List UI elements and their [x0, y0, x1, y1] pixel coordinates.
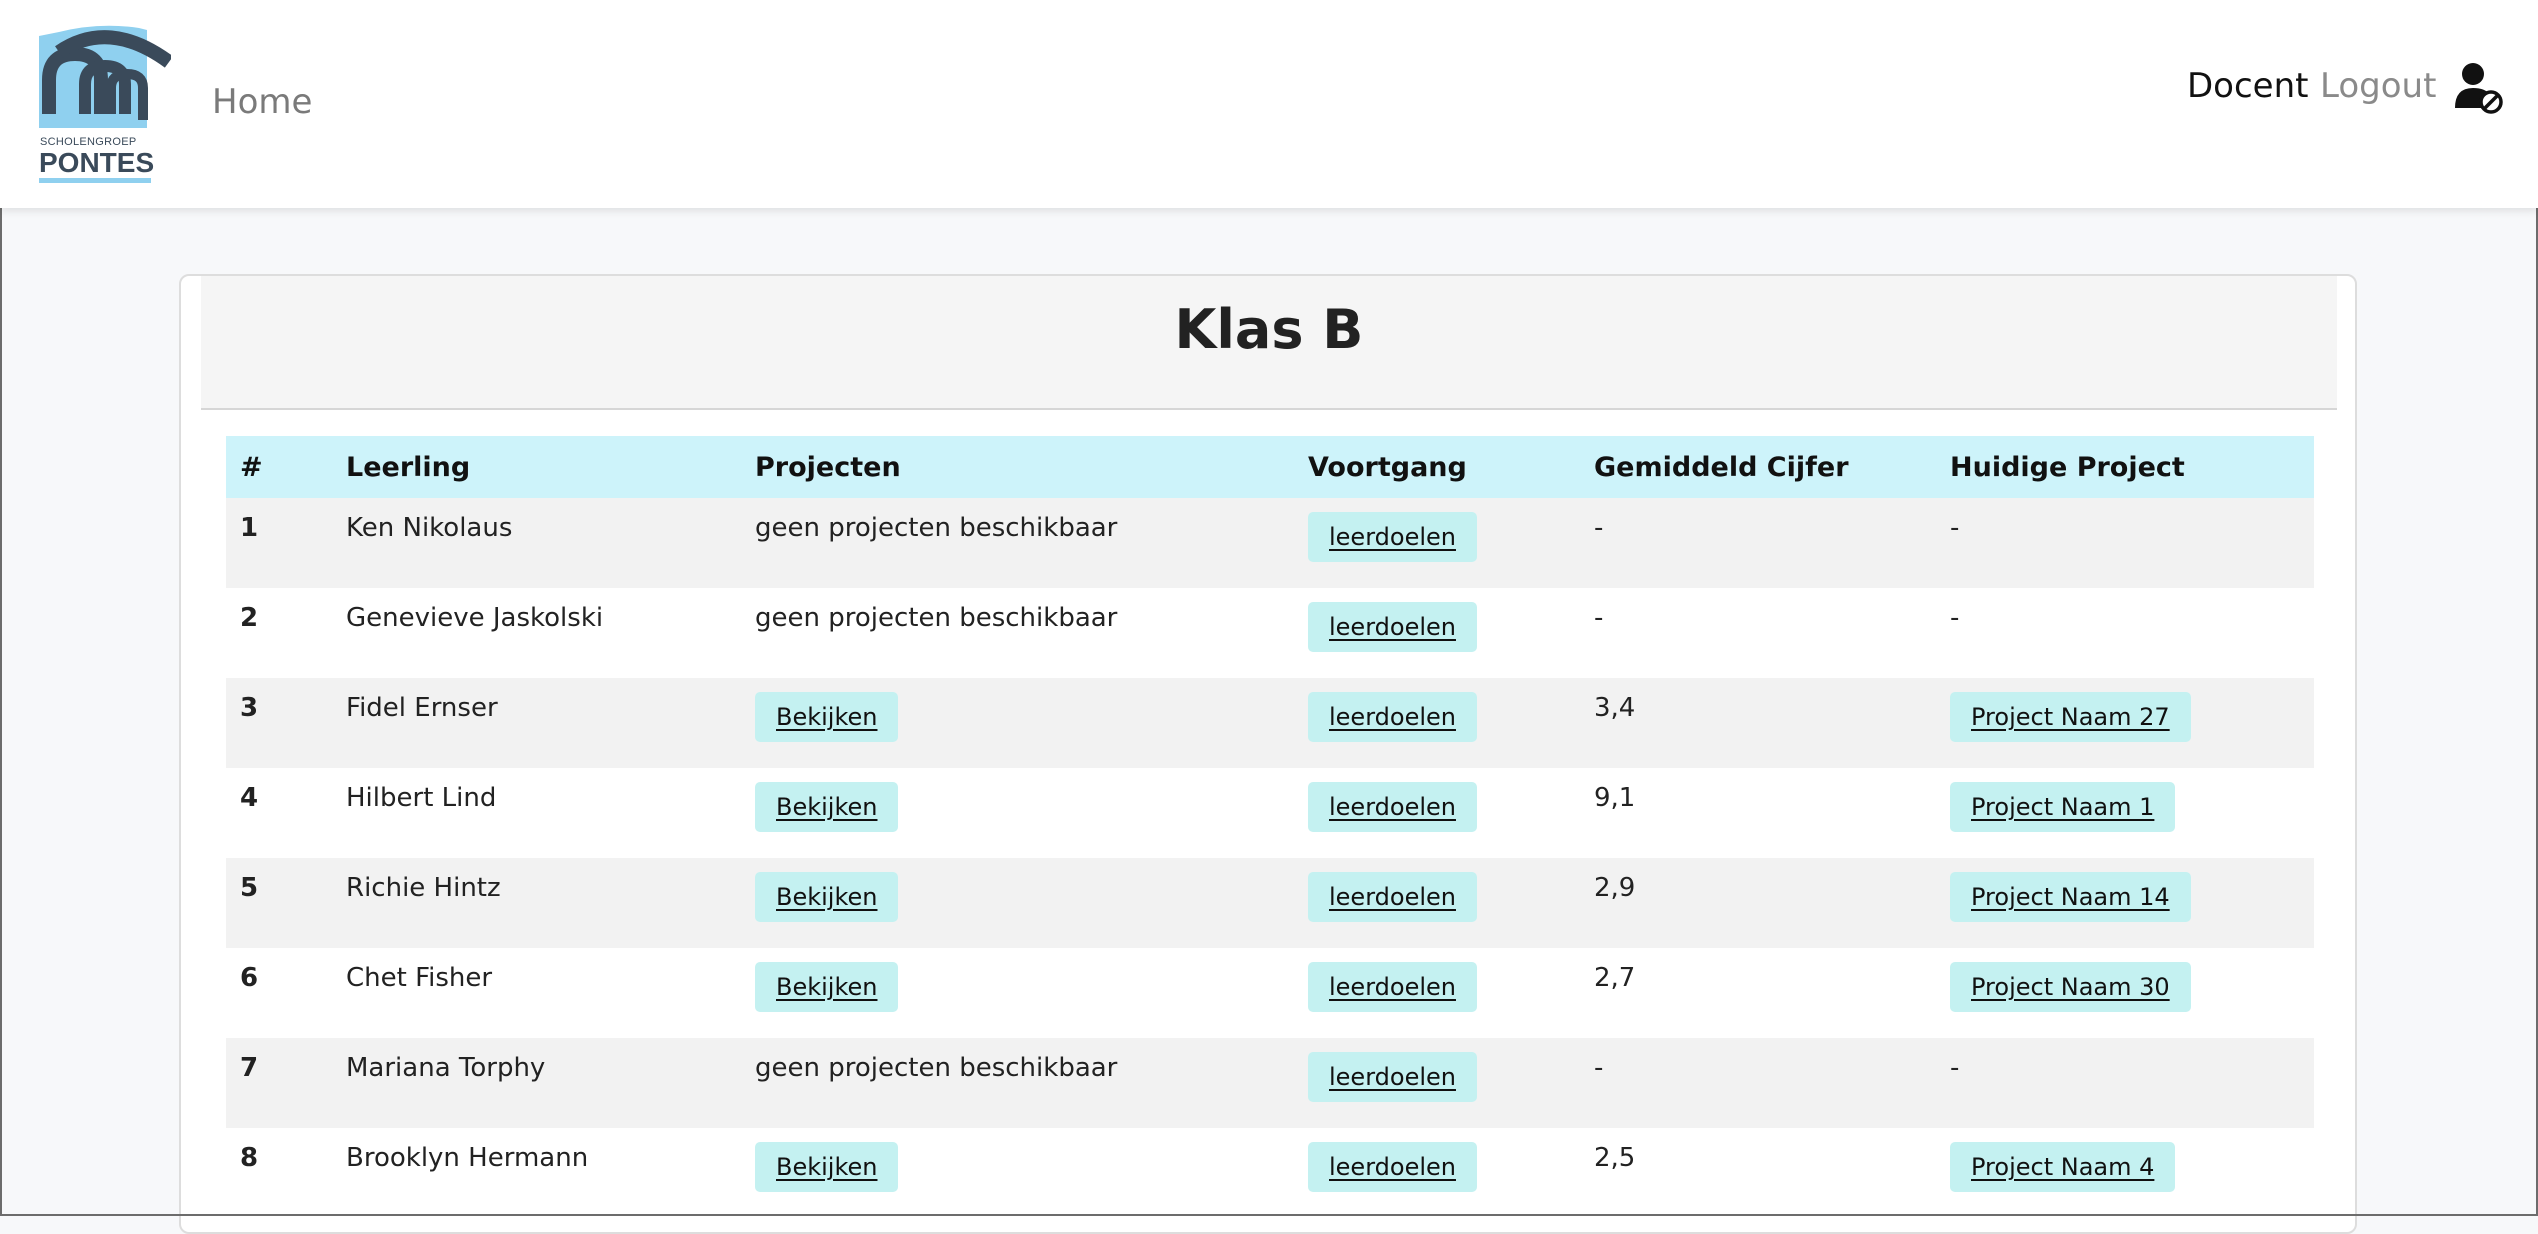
row-number: 3: [226, 678, 332, 768]
leerdoelen-cell: leerdoelen: [1294, 768, 1580, 858]
table-row: 1Ken Nikolausgeen projecten beschikbaar l…: [226, 498, 2314, 588]
table-row: 2Genevieve Jaskolskigeen projecten besch…: [226, 588, 2314, 678]
students-table: # Leerling Projecten Voortgang Gemiddeld…: [226, 436, 2314, 1218]
leerdoelen-button[interactable]: leerdoelen: [1308, 1052, 1477, 1102]
student-name: Fidel Ernser: [332, 678, 741, 768]
current-project-cell: Project Naam 27: [1936, 678, 2314, 768]
row-number: 5: [226, 858, 332, 948]
average-grade: 2,9: [1580, 858, 1936, 948]
table-row: 3Fidel Ernser Bekijken leerdoelen 3,4 Projec…: [226, 678, 2314, 768]
current-project-cell: Project Naam 30: [1936, 948, 2314, 1038]
nav-docent-link[interactable]: Docent: [2187, 66, 2308, 106]
student-name: Chet Fisher: [332, 948, 741, 1038]
current-project-text: -: [1936, 498, 2314, 588]
bekijken-cell: Bekijken: [741, 1128, 1294, 1218]
header-huidige-project: Huidige Project: [1936, 436, 2314, 498]
table-header-row: # Leerling Projecten Voortgang Gemiddeld…: [226, 436, 2314, 498]
student-name: Genevieve Jaskolski: [332, 588, 741, 678]
table-row: 5Richie Hintz Bekijken leerdoelen 2,9 Projec…: [226, 858, 2314, 948]
projects-text: geen projecten beschikbaar: [741, 1038, 1294, 1128]
header-projecten: Projecten: [741, 436, 1294, 498]
leerdoelen-button[interactable]: leerdoelen: [1308, 962, 1477, 1012]
header-leerling: Leerling: [332, 436, 741, 498]
average-grade: -: [1580, 1038, 1936, 1128]
average-grade: 2,7: [1580, 948, 1936, 1038]
current-project-button[interactable]: Project Naam 4: [1950, 1142, 2175, 1192]
leerdoelen-cell: leerdoelen: [1294, 1038, 1580, 1128]
page-title: Klas B: [201, 298, 2337, 361]
row-number: 2: [226, 588, 332, 678]
projects-text: geen projecten beschikbaar: [741, 498, 1294, 588]
row-number: 4: [226, 768, 332, 858]
leerdoelen-button[interactable]: leerdoelen: [1308, 512, 1477, 562]
current-project-button[interactable]: Project Naam 14: [1950, 872, 2191, 922]
leerdoelen-cell: leerdoelen: [1294, 498, 1580, 588]
average-grade: 9,1: [1580, 768, 1936, 858]
current-project-cell: Project Naam 4: [1936, 1128, 2314, 1218]
current-project-text: -: [1936, 588, 2314, 678]
bekijken-cell: Bekijken: [741, 678, 1294, 768]
logo-big-text: PONTES: [39, 147, 154, 178]
bekijken-button[interactable]: Bekijken: [755, 872, 898, 922]
bekijken-cell: Bekijken: [741, 948, 1294, 1038]
leerdoelen-button[interactable]: leerdoelen: [1308, 872, 1477, 922]
student-name: Hilbert Lind: [332, 768, 741, 858]
bekijken-button[interactable]: Bekijken: [755, 782, 898, 832]
projects-text: geen projecten beschikbaar: [741, 588, 1294, 678]
student-name: Richie Hintz: [332, 858, 741, 948]
leerdoelen-cell: leerdoelen: [1294, 948, 1580, 1038]
average-grade: -: [1580, 588, 1936, 678]
leerdoelen-cell: leerdoelen: [1294, 858, 1580, 948]
navbar: SCHOLENGROEP PONTES Home Docent Logout: [0, 0, 2538, 208]
pontes-logo[interactable]: SCHOLENGROEP PONTES: [39, 24, 171, 186]
student-name: Ken Nikolaus: [332, 498, 741, 588]
student-name: Mariana Torphy: [332, 1038, 741, 1128]
table-row: 8Brooklyn Hermann Bekijken leerdoelen 2,5 Pr…: [226, 1128, 2314, 1218]
bekijken-cell: Bekijken: [741, 858, 1294, 948]
current-project-cell: Project Naam 14: [1936, 858, 2314, 948]
user-slash-icon[interactable]: [2455, 62, 2503, 114]
leerdoelen-cell: leerdoelen: [1294, 588, 1580, 678]
average-grade: -: [1580, 498, 1936, 588]
table-row: 6Chet Fisher Bekijken leerdoelen 2,7 Project…: [226, 948, 2314, 1038]
row-number: 8: [226, 1128, 332, 1218]
leerdoelen-cell: leerdoelen: [1294, 678, 1580, 768]
bekijken-button[interactable]: Bekijken: [755, 962, 898, 1012]
average-grade: 2,5: [1580, 1128, 1936, 1218]
leerdoelen-button[interactable]: leerdoelen: [1308, 692, 1477, 742]
class-card: Klas B # Leerling Projecten Voortgang Ge…: [179, 274, 2357, 1234]
leerdoelen-cell: leerdoelen: [1294, 1128, 1580, 1218]
nav-home-link[interactable]: Home: [212, 82, 312, 122]
leerdoelen-button[interactable]: leerdoelen: [1308, 782, 1477, 832]
bekijken-button[interactable]: Bekijken: [755, 1142, 898, 1192]
row-number: 1: [226, 498, 332, 588]
table-row: 7Mariana Torphygeen projecten beschikbaa…: [226, 1038, 2314, 1128]
current-project-button[interactable]: Project Naam 27: [1950, 692, 2191, 742]
student-name: Brooklyn Hermann: [332, 1128, 741, 1218]
bekijken-button[interactable]: Bekijken: [755, 692, 898, 742]
current-project-button[interactable]: Project Naam 1: [1950, 782, 2175, 832]
current-project-cell: Project Naam 1: [1936, 768, 2314, 858]
row-number: 7: [226, 1038, 332, 1128]
header-voortgang: Voortgang: [1294, 436, 1580, 498]
bekijken-cell: Bekijken: [741, 768, 1294, 858]
nav-logout-link[interactable]: Logout: [2320, 66, 2436, 106]
table-row: 4Hilbert Lind Bekijken leerdoelen 9,1 Projec…: [226, 768, 2314, 858]
current-project-text: -: [1936, 1038, 2314, 1128]
leerdoelen-button[interactable]: leerdoelen: [1308, 602, 1477, 652]
average-grade: 3,4: [1580, 678, 1936, 768]
header-nr: #: [226, 436, 332, 498]
leerdoelen-button[interactable]: leerdoelen: [1308, 1142, 1477, 1192]
header-gemiddeld-cijfer: Gemiddeld Cijfer: [1580, 436, 1936, 498]
card-header: Klas B: [201, 276, 2337, 410]
row-number: 6: [226, 948, 332, 1038]
current-project-button[interactable]: Project Naam 30: [1950, 962, 2191, 1012]
